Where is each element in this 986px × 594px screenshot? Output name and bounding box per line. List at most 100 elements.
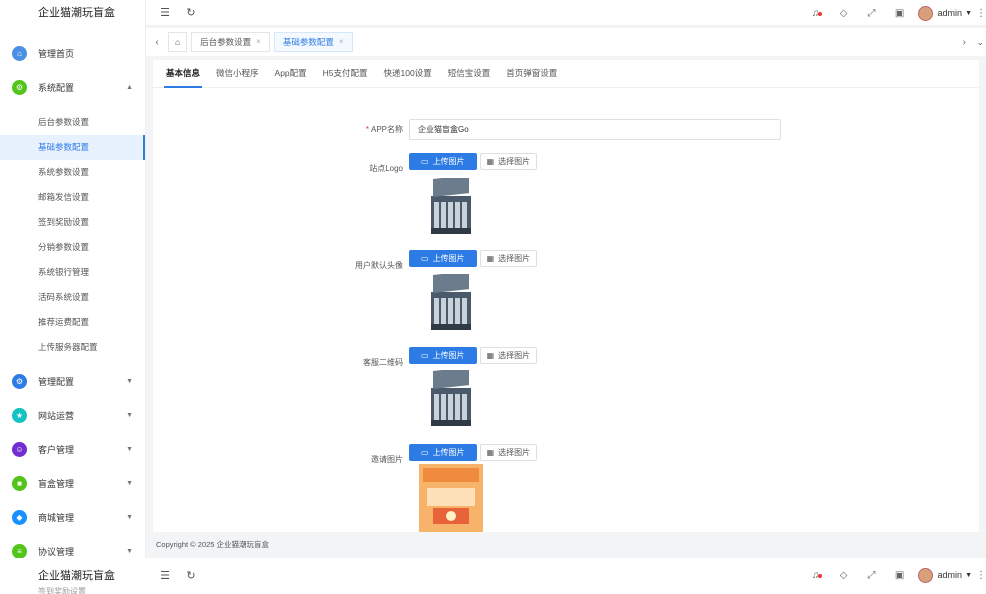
sidebar-group-manage[interactable]: ⚙ 管理配置 ▼ [0, 364, 145, 398]
user-name: admin [937, 8, 963, 18]
close-icon[interactable]: × [339, 33, 344, 51]
sidebar-item-distribution[interactable]: 分销参数设置 [0, 235, 145, 260]
app-name-input[interactable] [409, 119, 781, 140]
sidebar-group-home[interactable]: ⌂ 管理首页 [0, 36, 145, 70]
form-row-app-name: * APP名称 [153, 119, 781, 140]
sidebar-group-blindbox[interactable]: ■ 盲盒管理 ▼ [0, 466, 145, 500]
logo-image [423, 175, 479, 238]
sidebar-group-system[interactable]: ⚙ 系统配置 ▲ [0, 70, 145, 104]
image-icon: ▭ [421, 351, 429, 360]
upload-avatar-button[interactable]: ▭ 上传图片 [409, 250, 477, 267]
form-row-logo: 站点Logo ▭ 上传图片 ▦ 选择图片 [153, 153, 538, 174]
bottom-header: ☰ ↻ ♫ ◇ ⤢ ▣ admin ▼ ⋮ [146, 562, 986, 588]
chevron-down-icon[interactable]: ⌄ [976, 37, 984, 48]
menu-fold-icon[interactable]: ☰ [158, 569, 172, 582]
avatar [917, 567, 933, 583]
sidebar-item-system-params[interactable]: 系统参数设置 [0, 160, 145, 185]
settings-icon: ⚙ [12, 373, 27, 389]
sidebar: 企业猫潮玩盲盒 ⌂ 管理首页 ⚙ 系统配置 ▲ 后台参数设置 基础参数配置 系统… [0, 0, 146, 594]
tab-basic-info[interactable]: 基本信息 [158, 60, 208, 88]
qrcode-image [423, 367, 479, 430]
chevron-up-icon: ▲ [126, 83, 133, 91]
tag-home[interactable]: ⌂ [168, 32, 188, 52]
pick-avatar-button[interactable]: ▦ 选择图片 [479, 250, 538, 267]
tag-label: 基础参数配置 [282, 37, 334, 47]
tab-app-config[interactable]: App配置 [267, 60, 315, 87]
chevron-down-icon: ▼ [126, 411, 133, 419]
fullscreen-icon[interactable]: ⤢ [858, 570, 886, 581]
fullscreen-icon[interactable]: ⤢ [858, 8, 886, 19]
sidebar-group-label: 客户管理 [38, 444, 75, 455]
tab-wechat-miniprogram[interactable]: 微信小程序 [208, 60, 267, 87]
tab-kuaidi100[interactable]: 快递100设置 [376, 60, 440, 87]
refresh-icon[interactable]: ↻ [184, 569, 198, 582]
upload-logo-button[interactable]: ▭ 上传图片 [409, 153, 477, 170]
sidebar-item-upload-server[interactable]: 上传服务器配置 [0, 335, 145, 360]
tag-label: 后台参数设置 [200, 37, 252, 47]
sidebar-item-backend-params[interactable]: 后台参数设置 [0, 110, 145, 135]
sidebar-item-signin[interactable]: 签到奖励设置 [0, 210, 145, 235]
sidebar-group-shop[interactable]: ◆ 商城管理 ▼ [0, 500, 145, 534]
chevron-down-icon: ▼ [126, 513, 133, 521]
tag-icon[interactable]: ◇ [830, 8, 858, 19]
tab-home-popup[interactable]: 首页弹窗设置 [498, 60, 565, 87]
tag-backend-params[interactable]: 后台参数设置 × [191, 32, 270, 52]
chevron-down-icon: ▼ [126, 547, 133, 555]
grid-icon: ▦ [486, 254, 495, 263]
refresh-icon[interactable]: ↻ [184, 6, 198, 19]
bottom-duplicate-strip: 企业猫潮玩盲盒 签到奖励设置 ☰ ↻ ♫ ◇ ⤢ ▣ admin ▼ ⋮ [0, 558, 986, 594]
bottom-logo-text: 企业猫潮玩盲盒 [38, 570, 115, 582]
image-icon: ▭ [421, 157, 429, 166]
home-icon: ⌂ [12, 45, 27, 61]
image-icon: ▭ [421, 448, 429, 457]
more-icon[interactable]: ⋮ [976, 570, 986, 581]
upload-invite-button[interactable]: ▭ 上传图片 [409, 444, 477, 461]
close-icon[interactable]: × [256, 33, 261, 51]
notification-icon[interactable]: ♫ [802, 570, 830, 581]
pick-qrcode-button[interactable]: ▦ 选择图片 [479, 347, 538, 364]
user-menu[interactable]: admin ▼ [917, 5, 972, 21]
settings-card: 基本信息 微信小程序 App配置 H5支付配置 快递100设置 短信宝设置 首页… [153, 60, 979, 532]
sidebar-item-email[interactable]: 邮箱发信设置 [0, 185, 145, 210]
invite-label: 邀请图片 [371, 455, 403, 464]
chevron-right-icon[interactable]: › [963, 37, 966, 48]
tag-icon[interactable]: ◇ [830, 570, 858, 581]
qrcode-label: 客服二维码 [363, 358, 403, 367]
grid-icon: ▦ [486, 157, 495, 166]
bottom-cut-label: 签到奖励设置 [38, 587, 86, 594]
invite-image [419, 464, 483, 532]
sidebar-group-website[interactable]: ★ 网站运营 ▼ [0, 398, 145, 432]
caret-down-icon: ▼ [965, 571, 972, 579]
sidebar-group-label: 协议管理 [38, 546, 75, 557]
notification-icon[interactable]: ♫ [802, 8, 830, 19]
sidebar-group-label: 管理首页 [38, 48, 75, 59]
shop-icon: ◆ [12, 509, 27, 525]
chevron-left-icon[interactable]: ‹ [146, 37, 168, 48]
upload-qrcode-button[interactable]: ▭ 上传图片 [409, 347, 477, 364]
logo-label: 站点Logo [369, 164, 403, 173]
sidebar-group-customer[interactable]: ☺ 客户管理 ▼ [0, 432, 145, 466]
tab-sms[interactable]: 短信宝设置 [440, 60, 499, 87]
sidebar-item-freight[interactable]: 推荐运费配置 [0, 310, 145, 335]
avatar [917, 5, 933, 21]
tab-h5-payment[interactable]: H5支付配置 [315, 60, 376, 87]
chevron-down-icon: ▼ [126, 479, 133, 487]
user-menu[interactable]: admin ▼ [917, 567, 972, 583]
form-row-invite: 邀请图片 ▭ 上传图片 ▦ 选择图片 [153, 444, 538, 465]
tag-basic-params[interactable]: 基础参数配置 × [273, 32, 353, 52]
lock-icon[interactable]: ▣ [886, 8, 914, 19]
sidebar-group-label: 商城管理 [38, 512, 75, 523]
sidebar-group-label: 盲盒管理 [38, 478, 75, 489]
sidebar-group-label: 网站运营 [38, 410, 75, 421]
sidebar-group-label: 系统配置 [38, 82, 75, 93]
pick-invite-button[interactable]: ▦ 选择图片 [479, 444, 538, 461]
sidebar-item-livecode[interactable]: 活码系统设置 [0, 285, 145, 310]
form-row-qrcode: 客服二维码 ▭ 上传图片 ▦ 选择图片 [153, 347, 538, 368]
lock-icon[interactable]: ▣ [886, 570, 914, 581]
sidebar-item-bank[interactable]: 系统银行管理 [0, 260, 145, 285]
sidebar-group-label: 管理配置 [38, 376, 75, 387]
sidebar-item-basic-params[interactable]: 基础参数配置 [0, 135, 145, 160]
pick-logo-button[interactable]: ▦ 选择图片 [479, 153, 538, 170]
more-icon[interactable]: ⋮ [976, 8, 986, 19]
menu-fold-icon[interactable]: ☰ [158, 6, 172, 19]
